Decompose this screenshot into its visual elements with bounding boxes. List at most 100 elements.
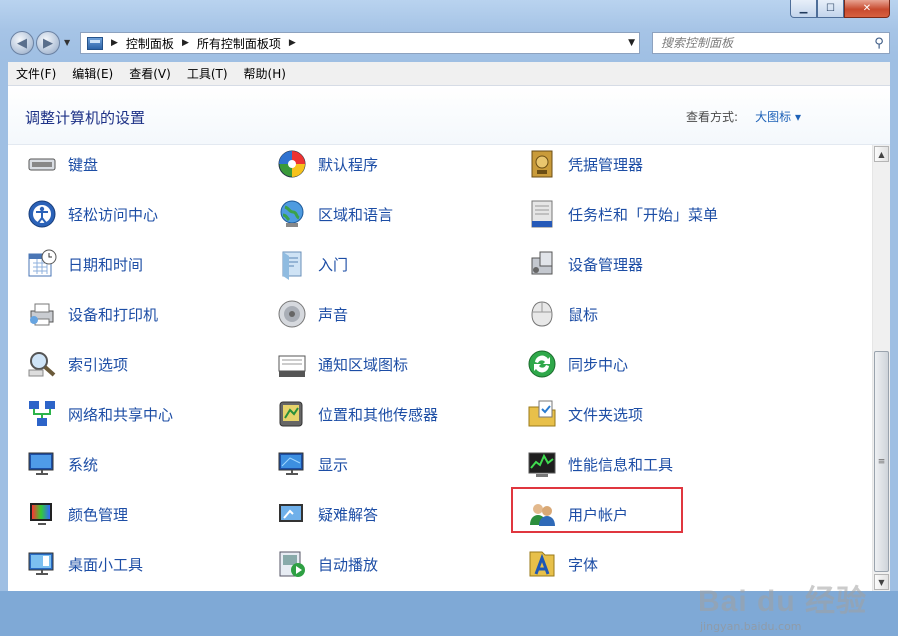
getting-started-icon <box>276 248 308 280</box>
window-frame: ▁ ☐ ✕ ◀ ▶ ▼ ▶ 控制面板 ▶ 所有控制面板项 ▶ ▼ ⚲ 文件(F)… <box>0 0 898 633</box>
performance-icon <box>526 448 558 480</box>
cp-item[interactable]: 网络和共享中心 <box>26 398 173 430</box>
cp-item-label: 鼠标 <box>568 305 599 324</box>
cp-item-label: 颜色管理 <box>68 505 129 524</box>
cp-item[interactable]: 鼠标 <box>526 298 598 330</box>
chevron-right-icon[interactable]: ▶ <box>111 38 118 48</box>
cp-item[interactable]: 文件夹选项 <box>526 398 643 430</box>
cp-item[interactable]: 通知区域图标 <box>276 348 408 380</box>
chevron-right-icon[interactable]: ▶ <box>289 38 296 48</box>
search-icon[interactable]: ⚲ <box>869 36 889 51</box>
content-pane: 调整计算机的设置 查看方式: 大图标 ▾ 键盘轻松访问中心日期和时间设备和打印机… <box>8 86 890 633</box>
cp-item-label: 凭据管理器 <box>568 155 644 174</box>
scroll-down-button[interactable]: ▼ <box>874 574 889 590</box>
cp-item-label: 疑难解答 <box>318 505 379 524</box>
autoplay-icon <box>276 548 308 580</box>
cp-item[interactable]: 字体 <box>526 548 598 580</box>
navigation-bar: ◀ ▶ ▼ ▶ 控制面板 ▶ 所有控制面板项 ▶ ▼ ⚲ <box>8 30 890 56</box>
cp-item[interactable]: 轻松访问中心 <box>26 198 158 230</box>
recent-pages-dropdown[interactable]: ▼ <box>64 38 70 47</box>
cp-item[interactable]: 设备和打印机 <box>26 298 158 330</box>
cp-item-label: 系统 <box>68 455 99 474</box>
cp-item[interactable]: 显示 <box>276 448 348 480</box>
breadcrumb-item-control-panel[interactable]: 控制面板 <box>126 35 174 52</box>
close-button[interactable]: ✕ <box>844 0 890 18</box>
control-panel-icon <box>87 36 103 50</box>
address-bar[interactable]: ▶ 控制面板 ▶ 所有控制面板项 ▶ ▼ <box>80 32 640 54</box>
color-management-icon <box>26 498 58 530</box>
sync-center-icon <box>526 348 558 380</box>
maximize-button[interactable]: ☐ <box>817 0 844 18</box>
cp-item[interactable]: 颜色管理 <box>26 498 128 530</box>
cp-item[interactable]: 疑难解答 <box>276 498 378 530</box>
watermark-url: jingyan.baidu.com <box>700 620 802 633</box>
printer-icon <box>26 298 58 330</box>
breadcrumb-item-all-items[interactable]: 所有控制面板项 <box>197 35 281 52</box>
calendar-clock-icon <box>26 248 58 280</box>
cp-item[interactable]: 入门 <box>276 248 348 280</box>
sensor-icon <box>276 398 308 430</box>
cp-item-label: 区域和语言 <box>318 205 394 224</box>
scroll-thumb[interactable]: ≡ <box>874 351 889 572</box>
mouse-icon <box>526 298 558 330</box>
cp-item-label: 文件夹选项 <box>568 405 644 424</box>
caption-buttons: ▁ ☐ ✕ <box>790 0 890 19</box>
cp-item[interactable]: 键盘 <box>26 148 98 180</box>
cp-item[interactable]: 凭据管理器 <box>526 148 643 180</box>
menu-view[interactable]: 查看(V) <box>121 65 179 82</box>
highlight-box <box>511 487 683 533</box>
cp-item[interactable]: 索引选项 <box>26 348 128 380</box>
cp-item-label: 索引选项 <box>68 355 129 374</box>
cp-item[interactable]: 任务栏和「开始」菜单 <box>526 198 718 230</box>
menu-help[interactable]: 帮助(H) <box>236 65 294 82</box>
globe-icon <box>276 198 308 230</box>
cp-item-label: 位置和其他传感器 <box>318 405 439 424</box>
keyboard-icon <box>26 148 58 180</box>
menu-edit[interactable]: 编辑(E) <box>64 65 121 82</box>
menu-file[interactable]: 文件(F) <box>8 65 64 82</box>
menu-tools[interactable]: 工具(T) <box>179 65 236 82</box>
cp-item[interactable]: 位置和其他传感器 <box>276 398 438 430</box>
display-icon <box>276 448 308 480</box>
ease-of-access-icon <box>26 198 58 230</box>
cp-item[interactable]: 性能信息和工具 <box>526 448 673 480</box>
cp-item-label: 设备和打印机 <box>68 305 159 324</box>
cp-item[interactable]: 区域和语言 <box>276 198 393 230</box>
cp-item-label: 设备管理器 <box>568 255 644 274</box>
gadgets-icon <box>26 548 58 580</box>
address-dropdown-icon[interactable]: ▼ <box>628 38 635 48</box>
cp-item-label: 任务栏和「开始」菜单 <box>568 205 719 224</box>
search-box[interactable]: ⚲ <box>652 32 890 54</box>
cp-item[interactable]: 声音 <box>276 298 348 330</box>
cp-item-label: 同步中心 <box>568 355 629 374</box>
folder-options-icon <box>526 398 558 430</box>
cp-item-label: 轻松访问中心 <box>68 205 159 224</box>
cp-item-label: 性能信息和工具 <box>568 455 674 474</box>
cp-item[interactable]: 桌面小工具 <box>26 548 143 580</box>
default-programs-icon <box>276 148 308 180</box>
view-by-dropdown[interactable]: 大图标 ▾ <box>755 108 801 125</box>
back-button[interactable]: ◀ <box>10 31 34 55</box>
scroll-up-button[interactable]: ▲ <box>874 146 889 162</box>
cp-item[interactable]: 同步中心 <box>526 348 628 380</box>
cp-item-label: 键盘 <box>68 155 99 174</box>
cp-item[interactable]: 日期和时间 <box>26 248 143 280</box>
troubleshooting-icon <box>276 498 308 530</box>
notification-area-icon <box>276 348 308 380</box>
search-input[interactable] <box>653 35 869 51</box>
cp-item[interactable]: 系统 <box>26 448 98 480</box>
cp-item[interactable]: 默认程序 <box>276 148 378 180</box>
fonts-icon <box>526 548 558 580</box>
chevron-right-icon[interactable]: ▶ <box>182 38 189 48</box>
cp-item[interactable]: 自动播放 <box>276 548 378 580</box>
forward-arrow-icon: ▶ <box>43 35 53 51</box>
content-header: 调整计算机的设置 查看方式: 大图标 ▾ <box>8 86 890 145</box>
page-title: 调整计算机的设置 <box>25 109 146 127</box>
minimize-button[interactable]: ▁ <box>790 0 817 18</box>
cp-item[interactable]: 设备管理器 <box>526 248 643 280</box>
forward-button[interactable]: ▶ <box>36 31 60 55</box>
vertical-scrollbar[interactable]: ▲ ≡ ▼ <box>872 145 890 591</box>
magnifier-icon <box>26 348 58 380</box>
menu-bar: 文件(F) 编辑(E) 查看(V) 工具(T) 帮助(H) <box>8 62 890 86</box>
device-manager-icon <box>526 248 558 280</box>
